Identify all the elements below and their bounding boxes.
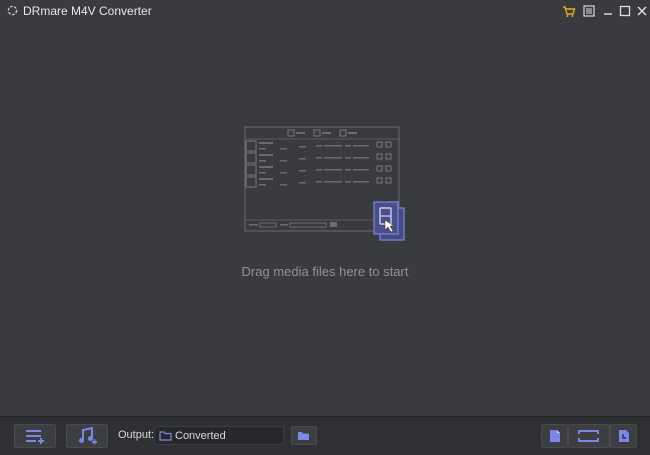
schedule-button[interactable] — [610, 424, 637, 448]
output-path-field[interactable]: Converted — [154, 426, 284, 445]
minimize-icon — [604, 13, 612, 15]
output-label: Output: — [118, 429, 155, 441]
minimize-button[interactable] — [600, 3, 616, 19]
convert-button[interactable] — [568, 424, 610, 448]
browse-output-button[interactable] — [291, 426, 317, 445]
drag-hint-text: Drag media files here to start — [241, 264, 409, 279]
bottom-toolbar: Output: Converted — [0, 416, 650, 455]
app-logo-icon — [7, 5, 18, 16]
convert-icon — [578, 430, 599, 442]
drag-drop-illustration-icon — [244, 126, 405, 241]
clock-document-icon — [618, 430, 629, 442]
add-list-icon — [26, 430, 44, 444]
add-audio-button[interactable] — [66, 424, 108, 448]
menu-button[interactable] — [581, 3, 597, 19]
close-icon — [637, 6, 647, 16]
cart-icon — [563, 5, 576, 17]
add-files-button[interactable] — [14, 424, 56, 448]
folder-icon — [159, 431, 172, 441]
history-button[interactable] — [541, 424, 568, 448]
document-icon — [549, 430, 560, 442]
maximize-icon — [619, 5, 631, 17]
output-path-value: Converted — [175, 430, 226, 442]
music-add-icon — [79, 427, 97, 445]
menu-icon — [583, 5, 595, 17]
app-title: DRmare M4V Converter — [23, 4, 152, 18]
close-button[interactable] — [634, 3, 650, 19]
maximize-button[interactable] — [617, 3, 633, 19]
drop-area[interactable]: Drag media files here to start — [0, 22, 650, 416]
store-button[interactable] — [561, 3, 577, 19]
open-folder-icon — [298, 432, 309, 440]
title-bar: DRmare M4V Converter — [0, 0, 650, 22]
